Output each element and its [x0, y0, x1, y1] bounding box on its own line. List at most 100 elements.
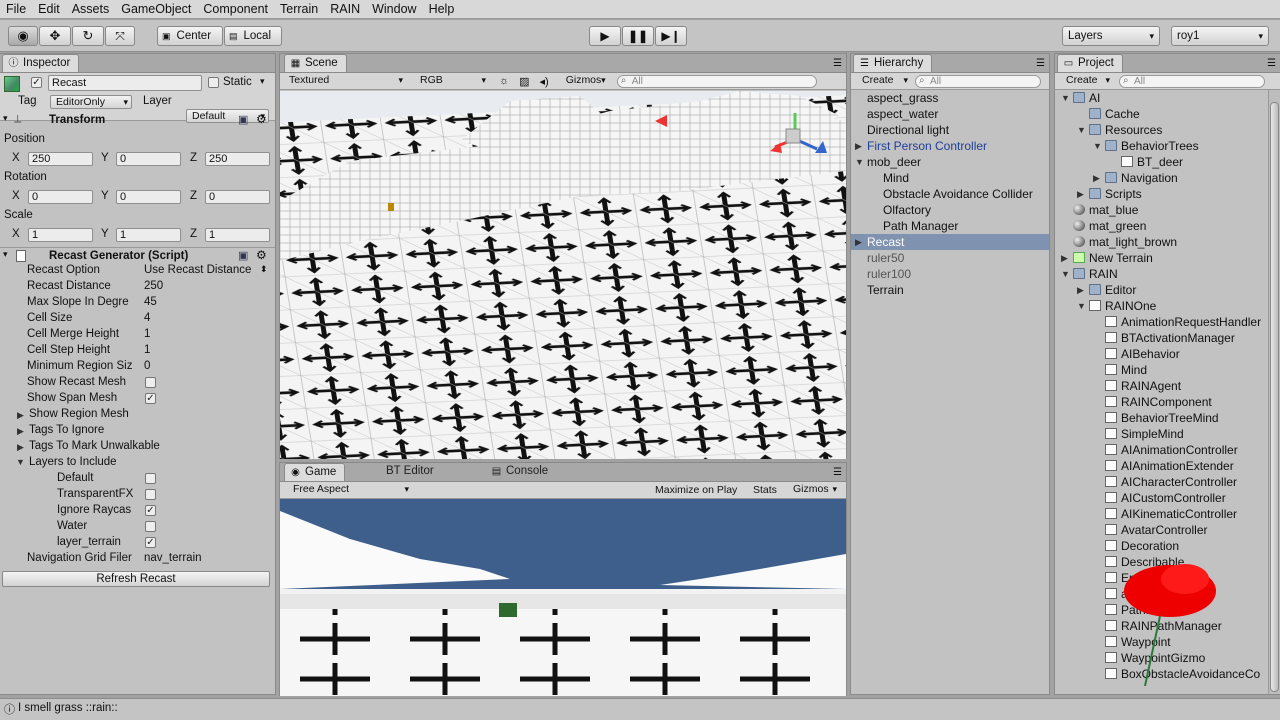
- tab-scene[interactable]: ▦ Scene: [284, 54, 347, 72]
- project-item[interactable]: AvatarController: [1055, 522, 1268, 538]
- layer-checkbox[interactable]: [145, 489, 156, 500]
- menu-assets[interactable]: Assets: [66, 0, 116, 19]
- layer-checkbox[interactable]: [145, 521, 156, 532]
- project-item[interactable]: mat_blue: [1055, 202, 1268, 218]
- project-item[interactable]: AnimationRequestHandler: [1055, 314, 1268, 330]
- script-property-value[interactable]: 4: [144, 312, 150, 324]
- menu-icon[interactable]: ☰: [833, 58, 842, 69]
- project-item[interactable]: RAINComponent: [1055, 394, 1268, 410]
- script-property-value[interactable]: 45: [144, 296, 157, 308]
- project-item[interactable]: AIKinematicController: [1055, 506, 1268, 522]
- active-checkbox[interactable]: ✓: [31, 77, 42, 88]
- script-property-value[interactable]: 1: [144, 344, 150, 356]
- dropdown-arrow-icon[interactable]: ⬍: [260, 264, 268, 275]
- script-property-value[interactable]: 1: [144, 328, 150, 340]
- project-item[interactable]: Mind: [1055, 362, 1268, 378]
- gizmos-dropdown[interactable]: Gizmos: [561, 74, 609, 88]
- hierarchy-item[interactable]: Directional light: [851, 122, 1049, 138]
- chevron-right-icon[interactable]: ▶: [1077, 186, 1084, 202]
- chevron-right-icon[interactable]: ▶: [855, 138, 862, 154]
- hierarchy-item[interactable]: ruler100: [851, 266, 1049, 282]
- tab-bt-editor[interactable]: BT Editor: [380, 463, 442, 481]
- menu-terrain[interactable]: Terrain: [274, 0, 324, 19]
- project-scrollbar[interactable]: [1268, 90, 1280, 694]
- pivot-local-button[interactable]: ▤ Local: [224, 26, 282, 46]
- layer-checkbox[interactable]: ✓: [145, 537, 156, 548]
- menu-edit[interactable]: Edit: [32, 0, 66, 19]
- scale-z-field[interactable]: 1: [205, 228, 270, 242]
- chevron-right-icon[interactable]: ▶: [1093, 170, 1100, 186]
- hierarchy-item[interactable]: aspect_water: [851, 106, 1049, 122]
- tags-to-ignore-foldout[interactable]: Tags To Ignore: [29, 424, 104, 436]
- help-icon[interactable]: ▣: [238, 249, 248, 262]
- script-property-value[interactable]: 0: [144, 360, 150, 372]
- sun-icon[interactable]: ☼: [499, 75, 509, 87]
- audio-icon[interactable]: ◂): [540, 75, 549, 88]
- hierarchy-item[interactable]: Obstacle Avoidance Collider: [851, 186, 1049, 202]
- project-create-dropdown[interactable]: Create: [1061, 74, 1113, 88]
- chevron-right-icon[interactable]: ▶: [17, 410, 24, 421]
- hierarchy-item[interactable]: aspect_grass: [851, 90, 1049, 106]
- project-item[interactable]: AIBehavior: [1055, 346, 1268, 362]
- tags-unwalkable-foldout[interactable]: Tags To Mark Unwalkable: [29, 440, 160, 452]
- chevron-right-icon[interactable]: ▶: [17, 426, 24, 437]
- rotation-x-field[interactable]: 0: [28, 190, 93, 204]
- hierarchy-item[interactable]: ruler50: [851, 250, 1049, 266]
- scale-y-field[interactable]: 1: [116, 228, 181, 242]
- help-icon[interactable]: ▣: [238, 113, 248, 126]
- chevron-down-icon[interactable]: ▼: [1077, 298, 1086, 314]
- step-button[interactable]: ▶❙: [655, 26, 687, 46]
- scale-tool-button[interactable]: ⤧: [105, 26, 135, 46]
- position-y-field[interactable]: 0: [116, 152, 181, 166]
- script-property-value[interactable]: 250: [144, 280, 163, 292]
- menu-file[interactable]: File: [0, 0, 32, 19]
- play-button[interactable]: ▶: [589, 26, 621, 46]
- hierarchy-item[interactable]: ▶ Recast: [851, 234, 1049, 250]
- transform-header[interactable]: ▾ ⟂ Transform ▣ ⚙: [0, 112, 275, 129]
- chevron-down-icon[interactable]: ▼: [16, 457, 25, 467]
- project-item[interactable]: BT_deer: [1055, 154, 1268, 170]
- move-tool-button[interactable]: ✥: [39, 26, 71, 46]
- project-item[interactable]: ▶ Navigation: [1055, 170, 1268, 186]
- scene-search-input[interactable]: All: [616, 74, 817, 88]
- menu-component[interactable]: Component: [197, 0, 274, 19]
- chevron-down-icon[interactable]: ▼: [1061, 90, 1070, 106]
- color-mode-dropdown[interactable]: RGB: [415, 74, 489, 88]
- chevron-right-icon[interactable]: ▶: [1061, 250, 1068, 266]
- chevron-down-icon[interactable]: ▼: [1061, 266, 1070, 282]
- position-z-field[interactable]: 250: [205, 152, 270, 166]
- layout-dropdown[interactable]: roy1 ▾: [1171, 26, 1269, 46]
- project-item[interactable]: ▼ Resources: [1055, 122, 1268, 138]
- menu-gameobject[interactable]: GameObject: [115, 0, 197, 19]
- project-item[interactable]: mat_light_brown: [1055, 234, 1268, 250]
- aspect-dropdown[interactable]: Free Aspect: [288, 483, 412, 497]
- show-region-mesh-foldout[interactable]: Show Region Mesh: [29, 408, 129, 420]
- project-item[interactable]: mat_green: [1055, 218, 1268, 234]
- project-item[interactable]: ▼ AI: [1055, 90, 1268, 106]
- hierarchy-item[interactable]: Olfactory: [851, 202, 1049, 218]
- refresh-recast-button[interactable]: Refresh Recast: [2, 571, 270, 587]
- project-item[interactable]: BTActivationManager: [1055, 330, 1268, 346]
- tag-dropdown[interactable]: EditorOnly: [50, 95, 132, 109]
- nav-grid-value[interactable]: nav_terrain: [144, 552, 202, 564]
- menu-rain[interactable]: RAIN: [324, 0, 366, 19]
- chevron-down-icon[interactable]: ▼: [1093, 138, 1102, 154]
- gear-icon[interactable]: ⚙: [256, 112, 267, 126]
- chevron-right-icon[interactable]: ▶: [1077, 282, 1084, 298]
- script-header[interactable]: ▾ Recast Generator (Script) ▣ ⚙: [0, 248, 275, 264]
- layers-dropdown[interactable]: Layers ▾: [1062, 26, 1160, 46]
- game-viewport[interactable]: [280, 499, 846, 696]
- view-tool-button[interactable]: ◉: [8, 26, 38, 46]
- project-item[interactable]: Decoration: [1055, 538, 1268, 554]
- project-item[interactable]: Cache: [1055, 106, 1268, 122]
- tab-hierarchy[interactable]: ☰ Hierarchy: [853, 54, 933, 72]
- hierarchy-item[interactable]: Mind: [851, 170, 1049, 186]
- scrollbar-thumb[interactable]: [1270, 102, 1279, 692]
- tab-console[interactable]: ▤ Console: [486, 463, 556, 481]
- scale-x-field[interactable]: 1: [28, 228, 93, 242]
- tab-inspector[interactable]: ⓘ Inspector: [2, 54, 80, 72]
- rotate-tool-button[interactable]: ↻: [72, 26, 104, 46]
- project-item[interactable]: ▼ RAIN: [1055, 266, 1268, 282]
- show-span-mesh-checkbox[interactable]: ✓: [145, 393, 156, 404]
- rotation-y-field[interactable]: 0: [116, 190, 181, 204]
